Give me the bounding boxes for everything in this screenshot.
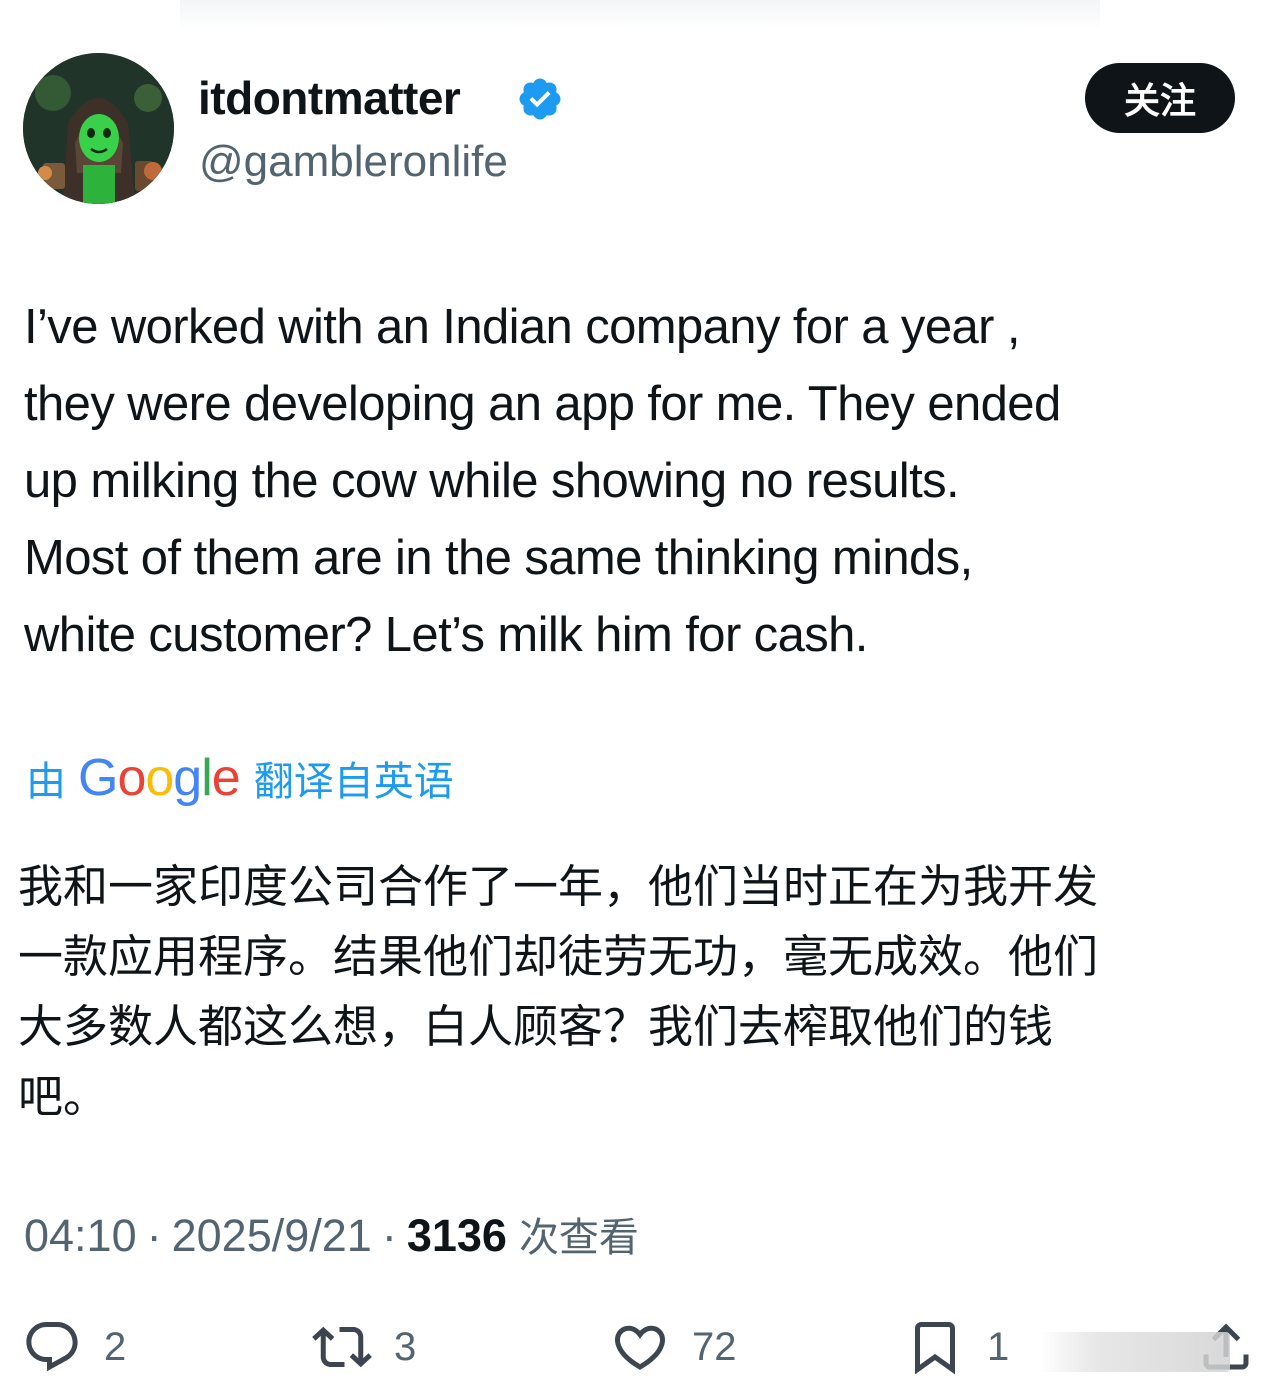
reply-icon xyxy=(26,1322,78,1372)
like-button[interactable]: 72 xyxy=(610,1312,737,1382)
user-handle[interactable]: @gambleronlife xyxy=(199,136,508,188)
retweet-count: 3 xyxy=(394,1324,417,1369)
bookmark-icon xyxy=(915,1322,955,1375)
top-edge-fade xyxy=(180,0,1100,30)
display-name[interactable]: itdontmatter xyxy=(198,70,461,126)
verified-badge-icon xyxy=(519,78,561,120)
bookmark-count: 1 xyxy=(987,1324,1010,1369)
meta-separator: · xyxy=(381,1210,397,1261)
reply-count: 2 xyxy=(104,1324,127,1369)
heart-icon xyxy=(614,1325,666,1370)
views-count[interactable]: 3136 xyxy=(407,1210,507,1262)
retweet-button[interactable]: 3 xyxy=(312,1312,416,1382)
meta-separator: · xyxy=(146,1210,162,1261)
reply-button[interactable]: 2 xyxy=(22,1312,126,1382)
views-label: 次查看 xyxy=(518,1215,639,1261)
tweet-text: I’ve worked with an Indian company for a… xyxy=(24,300,1061,662)
translation-suffix: 翻译自英语 xyxy=(253,759,454,805)
bookmark-button[interactable]: 1 xyxy=(905,1312,1009,1382)
translation-prefix: 由 xyxy=(26,759,66,805)
follow-button[interactable]: 关注 xyxy=(1085,63,1235,133)
google-logo: Google xyxy=(78,749,241,807)
avatar[interactable] xyxy=(23,53,174,204)
tweet-date[interactable]: 2025/9/21 xyxy=(172,1210,372,1262)
tweet-time[interactable]: 04:10 xyxy=(24,1210,137,1262)
translated-text: 我和一家印度公司合作了一年，他们当时正在为我开发 一款应用程序。结果他们却徒劳无… xyxy=(18,860,1099,1123)
tweet-meta: 04:10 · 2025/9/21 · 3136 次查看 xyxy=(24,1205,639,1263)
translation-attribution[interactable]: 由 Google 翻译自英语 xyxy=(26,748,454,808)
retweet-icon xyxy=(312,1326,372,1368)
watermark-overlay xyxy=(1040,1332,1230,1372)
like-count: 72 xyxy=(692,1324,737,1369)
avatar-image xyxy=(23,53,174,204)
